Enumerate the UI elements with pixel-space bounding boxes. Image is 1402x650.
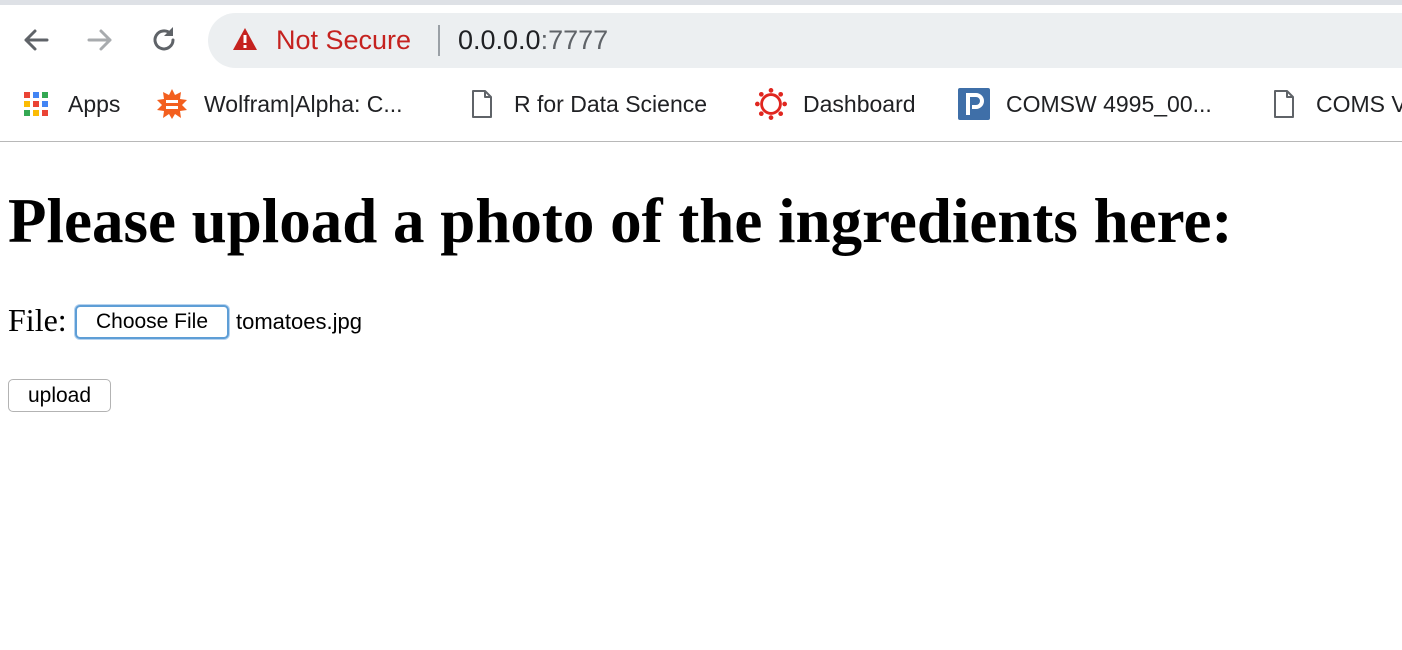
back-button[interactable] — [16, 20, 56, 60]
arrow-left-icon — [24, 29, 49, 51]
upload-button[interactable]: upload — [8, 379, 111, 412]
choose-file-button[interactable]: Choose File — [75, 305, 229, 339]
bookmark-wolfram[interactable]: Wolfram|Alpha: C... — [156, 84, 403, 124]
bookmark-comsw-4995[interactable]: COMSW 4995_00... — [958, 84, 1212, 124]
apps-grid-icon — [20, 88, 52, 120]
bookmark-label: R for Data Science — [514, 90, 708, 117]
address-divider — [438, 25, 440, 56]
url-host: 0.0.0.0 — [458, 25, 541, 55]
piazza-icon — [958, 88, 990, 120]
page-icon — [466, 88, 498, 120]
bookmark-coms[interactable]: COMS V — [1268, 84, 1402, 124]
bookmark-label: Dashboard — [803, 90, 916, 117]
arrow-right-icon — [87, 29, 112, 51]
canvas-icon — [755, 88, 787, 120]
bookmark-label: Wolfram|Alpha: C... — [204, 90, 403, 117]
wolfram-icon — [156, 88, 188, 120]
bookmark-label: Apps — [68, 90, 121, 117]
bookmark-label: COMSW 4995_00... — [1006, 90, 1212, 117]
bookmark-label: COMS V — [1316, 90, 1402, 117]
bookmark-dashboard[interactable]: Dashboard — [755, 84, 916, 124]
url-port: :7777 — [540, 25, 609, 55]
bookmark-r-for-data-science[interactable]: R for Data Science — [466, 84, 707, 124]
reload-icon — [153, 27, 175, 51]
reload-button[interactable] — [144, 20, 184, 60]
bookmark-apps[interactable]: Apps — [20, 84, 120, 124]
forward-button[interactable] — [80, 20, 120, 60]
page-content: Please upload a photo of the ingredients… — [0, 142, 1402, 650]
selected-file-name: tomatoes.jpg — [236, 309, 362, 334]
page-title: Please upload a photo of the ingredients… — [8, 186, 1233, 256]
tab-strip-edge — [0, 0, 1402, 5]
security-status[interactable]: Not Secure — [276, 23, 411, 57]
page-icon — [1268, 88, 1300, 120]
browser-chrome: Not Secure 0.0.0.0:7777 Apps Wolfram|Alp… — [0, 0, 1402, 142]
url-text[interactable]: 0.0.0.0:7777 — [458, 23, 608, 57]
warning-triangle-icon[interactable] — [232, 27, 258, 56]
file-label: File: — [8, 302, 67, 338]
